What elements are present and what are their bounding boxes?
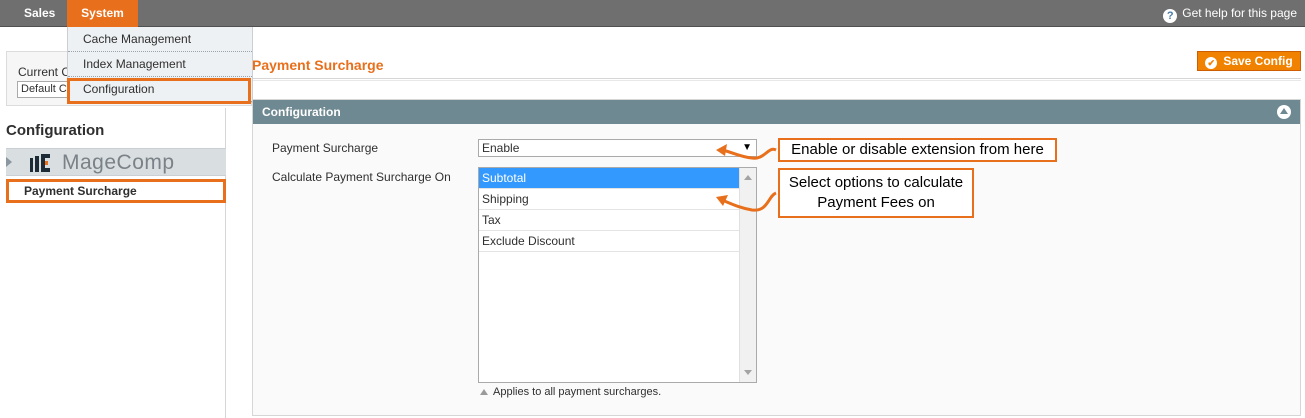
configuration-highlight — [67, 78, 251, 104]
section-title: Configuration — [262, 105, 341, 119]
scroll-up-icon[interactable] — [744, 175, 752, 180]
callout-options-line2: Payment Fees on — [817, 194, 935, 211]
multiselect-scrollbar[interactable] — [739, 168, 756, 382]
save-icon: ✔ — [1205, 57, 1218, 69]
save-config-button[interactable]: ✔ Save Config — [1197, 51, 1301, 71]
help-label: Get help for this page — [1182, 6, 1297, 20]
scroll-down-icon[interactable] — [744, 370, 752, 375]
option-tax[interactable]: Tax — [479, 210, 739, 231]
help-icon: ? — [1163, 9, 1178, 23]
collapse-icon[interactable] — [1277, 105, 1291, 119]
configuration-section: Configuration — [252, 99, 1301, 416]
option-shipping[interactable]: Shipping — [479, 189, 739, 210]
calculate-on-label: Calculate Payment Surcharge On — [272, 170, 451, 184]
nav-item-system[interactable]: System — [67, 0, 138, 27]
callout-enable: Enable or disable extension from here — [778, 138, 1057, 162]
option-exclude-discount[interactable]: Exclude Discount — [479, 231, 739, 252]
callout-options: Select options to calculate Payment Fees… — [778, 168, 974, 218]
page-title: Payment Surcharge — [252, 57, 384, 73]
option-subtotal[interactable]: Subtotal — [479, 168, 739, 189]
tab-group-magecomp[interactable]: MageComp — [6, 148, 226, 176]
nav-item-sales[interactable]: Sales — [10, 0, 69, 27]
menu-item-cache-management[interactable]: Cache Management — [68, 27, 252, 52]
magecomp-logo-icon — [30, 154, 50, 172]
sidebar-title: Configuration — [6, 122, 105, 139]
calculate-on-multiselect[interactable]: Subtotal Shipping Tax Exclude Discount — [478, 167, 757, 383]
magecomp-brand: MageComp — [62, 151, 175, 174]
top-nav: Sales System ? Get help for this page — [0, 0, 1305, 27]
payment-surcharge-label: Payment Surcharge — [272, 141, 379, 155]
note-arrow-icon — [480, 389, 488, 395]
section-header[interactable]: Configuration — [253, 100, 1300, 124]
payment-surcharge-value: Enable — [482, 141, 520, 155]
system-dropdown-menu: Cache Management Index Management Config… — [67, 27, 253, 104]
save-config-label: Save Config — [1223, 54, 1293, 68]
menu-item-index-management[interactable]: Index Management — [68, 52, 252, 77]
store-switcher-label: Current C — [18, 65, 71, 79]
field-note-text: Applies to all payment surcharges. — [493, 386, 662, 398]
dropdown-caret-icon: ▼ — [742, 142, 752, 153]
callout-enable-text: Enable or disable extension from here — [791, 141, 1044, 158]
field-note: Applies to all payment surcharges. — [478, 386, 661, 398]
title-divider — [252, 78, 1301, 81]
help-link[interactable]: ? Get help for this page — [1163, 0, 1297, 27]
payment-surcharge-select[interactable]: Enable ▼ — [478, 139, 757, 157]
sidebar-item-payment-surcharge[interactable]: Payment Surcharge — [6, 179, 226, 203]
callout-options-line1: Select options to calculate — [788, 174, 964, 191]
left-sidebar: Configuration MageComp Payment Surcharge — [0, 108, 226, 418]
tab-arrow-icon — [6, 157, 12, 167]
